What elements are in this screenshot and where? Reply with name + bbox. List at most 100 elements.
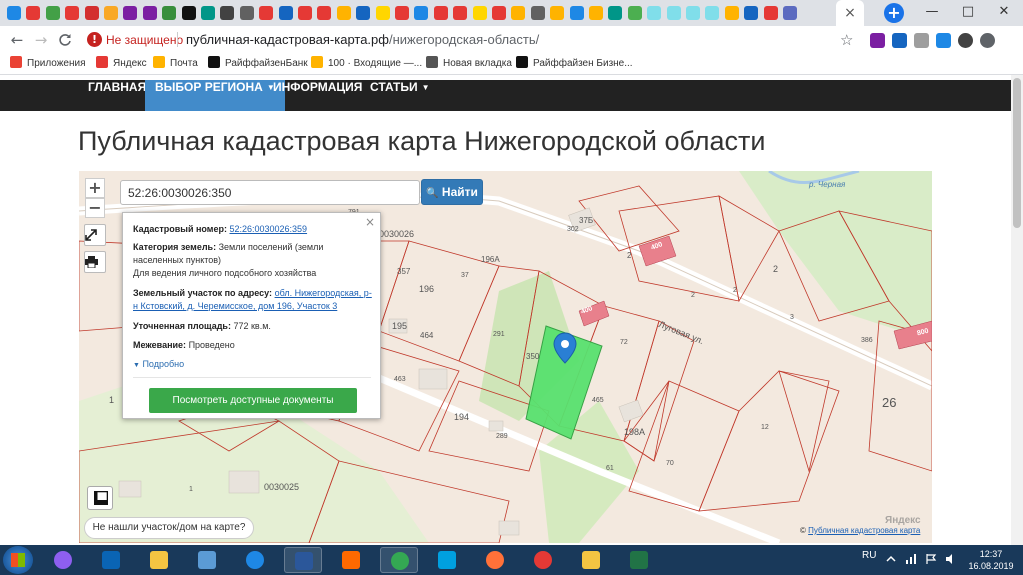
browser-tab[interactable] xyxy=(392,3,412,23)
browser-tab[interactable] xyxy=(4,3,24,23)
browser-tab[interactable] xyxy=(159,3,179,23)
bookmark-item[interactable]: Новая вкладка xyxy=(426,56,512,72)
close-window-button[interactable]: ✕ xyxy=(986,2,1022,22)
extension-icon[interactable] xyxy=(958,33,973,48)
browser-tab[interactable] xyxy=(470,3,490,23)
browser-tab[interactable] xyxy=(605,3,625,23)
print-icon[interactable] xyxy=(84,251,106,273)
browser-tab[interactable] xyxy=(256,3,276,23)
taskbar-excel[interactable] xyxy=(620,547,658,573)
browser-tab[interactable] xyxy=(43,3,63,23)
flag-icon[interactable] xyxy=(925,552,937,564)
extension-icon[interactable] xyxy=(892,33,907,48)
volume-icon[interactable] xyxy=(945,552,957,564)
browser-tab[interactable] xyxy=(586,3,606,23)
maximize-button[interactable]: □ xyxy=(950,2,986,22)
browser-tab[interactable] xyxy=(431,3,451,23)
system-clock[interactable]: 12:37 16.08.2019 xyxy=(966,548,1016,572)
taskbar-scanner[interactable] xyxy=(428,547,466,573)
browser-tab[interactable] xyxy=(547,3,567,23)
extension-icon[interactable] xyxy=(870,33,885,48)
start-button[interactable] xyxy=(3,546,33,574)
browser-tab[interactable] xyxy=(82,3,102,23)
taskbar-yandex-browser[interactable] xyxy=(524,547,562,573)
bookmark-item[interactable]: Райффайзен Бизне... xyxy=(516,56,633,72)
view-documents-button[interactable]: Посмотреть доступные документы xyxy=(149,388,357,413)
more-details-link[interactable]: ▼ Подробно xyxy=(133,358,375,372)
back-icon[interactable]: ← xyxy=(6,29,28,51)
browser-tab[interactable] xyxy=(450,3,470,23)
language-indicator[interactable]: RU xyxy=(862,550,876,561)
extension-icon[interactable] xyxy=(914,33,929,48)
page-scrollbar[interactable] xyxy=(1011,75,1023,545)
extension-icon[interactable] xyxy=(980,33,995,48)
taskbar-ie[interactable] xyxy=(236,547,274,573)
taskbar-firefox[interactable] xyxy=(476,547,514,573)
bookmark-item[interactable]: Приложения xyxy=(10,56,86,72)
tray-chevron-icon[interactable] xyxy=(885,552,897,564)
browser-tab[interactable] xyxy=(198,3,218,23)
cadastral-number-link[interactable]: 52:26:0030026:359 xyxy=(229,224,307,234)
browser-tab[interactable] xyxy=(664,3,684,23)
browser-tab[interactable] xyxy=(722,3,742,23)
browser-tab[interactable] xyxy=(528,3,548,23)
extension-icon[interactable] xyxy=(936,33,951,48)
browser-tab[interactable] xyxy=(276,3,296,23)
taskbar-word[interactable] xyxy=(284,547,322,573)
browser-tab[interactable] xyxy=(62,3,82,23)
zoom-out-button[interactable]: − xyxy=(85,198,105,218)
browser-tab[interactable] xyxy=(314,3,334,23)
browser-tab[interactable] xyxy=(237,3,257,23)
browser-tab[interactable] xyxy=(353,3,373,23)
browser-tab[interactable] xyxy=(702,3,722,23)
taskbar-outlook[interactable] xyxy=(92,547,130,573)
bookmark-item[interactable]: Почта xyxy=(153,56,198,72)
browser-tab[interactable] xyxy=(508,3,528,23)
browser-tab[interactable] xyxy=(373,3,393,23)
browser-tab[interactable] xyxy=(23,3,43,23)
taskbar-explorer[interactable] xyxy=(140,547,178,573)
nav-articles[interactable]: СТАТЬИ ▼ xyxy=(360,80,440,111)
browser-tab[interactable] xyxy=(120,3,140,23)
taskbar-folder[interactable] xyxy=(572,547,610,573)
taskbar-mi[interactable] xyxy=(332,547,370,573)
browser-tab[interactable] xyxy=(295,3,315,23)
zoom-in-button[interactable]: + xyxy=(85,178,105,198)
taskbar-media[interactable] xyxy=(188,547,226,573)
close-tab-icon[interactable]: × xyxy=(841,4,859,22)
browser-tab[interactable] xyxy=(334,3,354,23)
browser-tab[interactable] xyxy=(489,3,509,23)
address-bar[interactable]: публичная-кадастровая-карта.рф/нижегород… xyxy=(186,32,539,47)
browser-tab[interactable] xyxy=(567,3,587,23)
browser-tab[interactable] xyxy=(140,3,160,23)
taskbar-chrome[interactable] xyxy=(380,547,418,573)
attribution-link[interactable]: Публичная кадастровая карта xyxy=(808,526,920,535)
search-button[interactable]: 🔍 Найти xyxy=(421,179,483,205)
browser-tab[interactable] xyxy=(625,3,645,23)
reload-icon[interactable] xyxy=(54,29,76,51)
not-secure-label[interactable]: Не защищено xyxy=(106,33,183,47)
minimize-button[interactable]: — xyxy=(914,2,950,22)
browser-tab[interactable] xyxy=(411,3,431,23)
taskbar-alice[interactable] xyxy=(44,547,82,573)
bookmark-star-icon[interactable]: ☆ xyxy=(840,31,853,49)
yandex-logo[interactable]: Яндекс xyxy=(885,515,921,526)
forward-icon[interactable]: → xyxy=(30,29,52,51)
scroll-thumb[interactable] xyxy=(1013,78,1021,228)
layers-icon[interactable] xyxy=(87,486,113,510)
browser-tab[interactable] xyxy=(741,3,761,23)
bookmark-item[interactable]: 100 · Входящие —... xyxy=(311,56,422,72)
new-tab-button[interactable]: + xyxy=(884,3,904,23)
not-secure-icon[interactable]: ! xyxy=(87,32,102,47)
browser-tab[interactable] xyxy=(217,3,237,23)
bookmark-item[interactable]: Яндекс xyxy=(96,56,147,72)
browser-tab[interactable] xyxy=(101,3,121,23)
bookmark-item[interactable]: РайффайзенБанк xyxy=(208,56,308,72)
not-found-button[interactable]: Не нашли участок/дом на карте? xyxy=(84,517,254,539)
browser-tab[interactable] xyxy=(179,3,199,23)
browser-tab[interactable] xyxy=(683,3,703,23)
nav-info[interactable]: ИНФОРМАЦИЯ xyxy=(263,80,372,111)
network-icon[interactable] xyxy=(905,552,917,564)
browser-tab[interactable] xyxy=(761,3,781,23)
fullscreen-icon[interactable] xyxy=(84,224,106,246)
